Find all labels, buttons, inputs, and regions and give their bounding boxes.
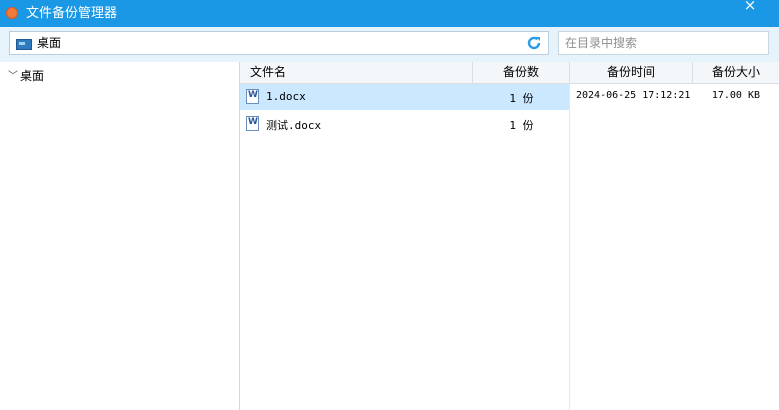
backup-time: 2024-06-25 17:12:21 — [576, 90, 691, 101]
word-document-icon — [246, 89, 259, 104]
folder-tree-panel: ﹀ 桌面 — [0, 62, 240, 410]
app-logo-icon — [6, 7, 18, 19]
chevron-down-icon[interactable]: ﹀ — [8, 67, 20, 82]
word-document-icon — [246, 116, 259, 131]
refresh-icon[interactable] — [525, 34, 543, 52]
file-name: 1.docx — [266, 90, 306, 103]
backup-count: 1 份 — [509, 119, 534, 132]
current-path: 桌面 — [37, 36, 62, 50]
column-header-size[interactable]: 备份大小 — [693, 62, 779, 83]
tree-item-label: 桌面 — [20, 69, 45, 83]
column-header-name[interactable]: 文件名 — [240, 62, 473, 83]
backup-count: 1 份 — [509, 92, 534, 105]
column-header-count[interactable]: 备份数 — [473, 62, 570, 83]
path-bar[interactable]: 桌面 — [9, 31, 549, 55]
toolbar: 桌面 — [0, 27, 779, 63]
file-name: 测试.docx — [266, 119, 322, 132]
file-list: 文件名 备份数 备份时间 备份大小 1.docx 1 份 2024-06-25 … — [240, 62, 779, 410]
title-bar: 文件备份管理器 × — [0, 0, 779, 27]
close-button[interactable]: × — [739, 0, 761, 13]
column-header-time[interactable]: 备份时间 — [570, 62, 693, 83]
desktop-icon — [16, 39, 32, 50]
window-title: 文件备份管理器 — [26, 6, 118, 21]
table-header: 文件名 备份数 备份时间 备份大小 — [240, 62, 779, 84]
table-row[interactable]: 1.docx 1 份 2024-06-25 17:12:21 17.00 KB — [240, 84, 779, 110]
table-row[interactable]: 测试.docx 1 份 — [240, 111, 779, 137]
search-input[interactable] — [558, 31, 769, 55]
backup-size: 17.00 KB — [711, 90, 760, 101]
